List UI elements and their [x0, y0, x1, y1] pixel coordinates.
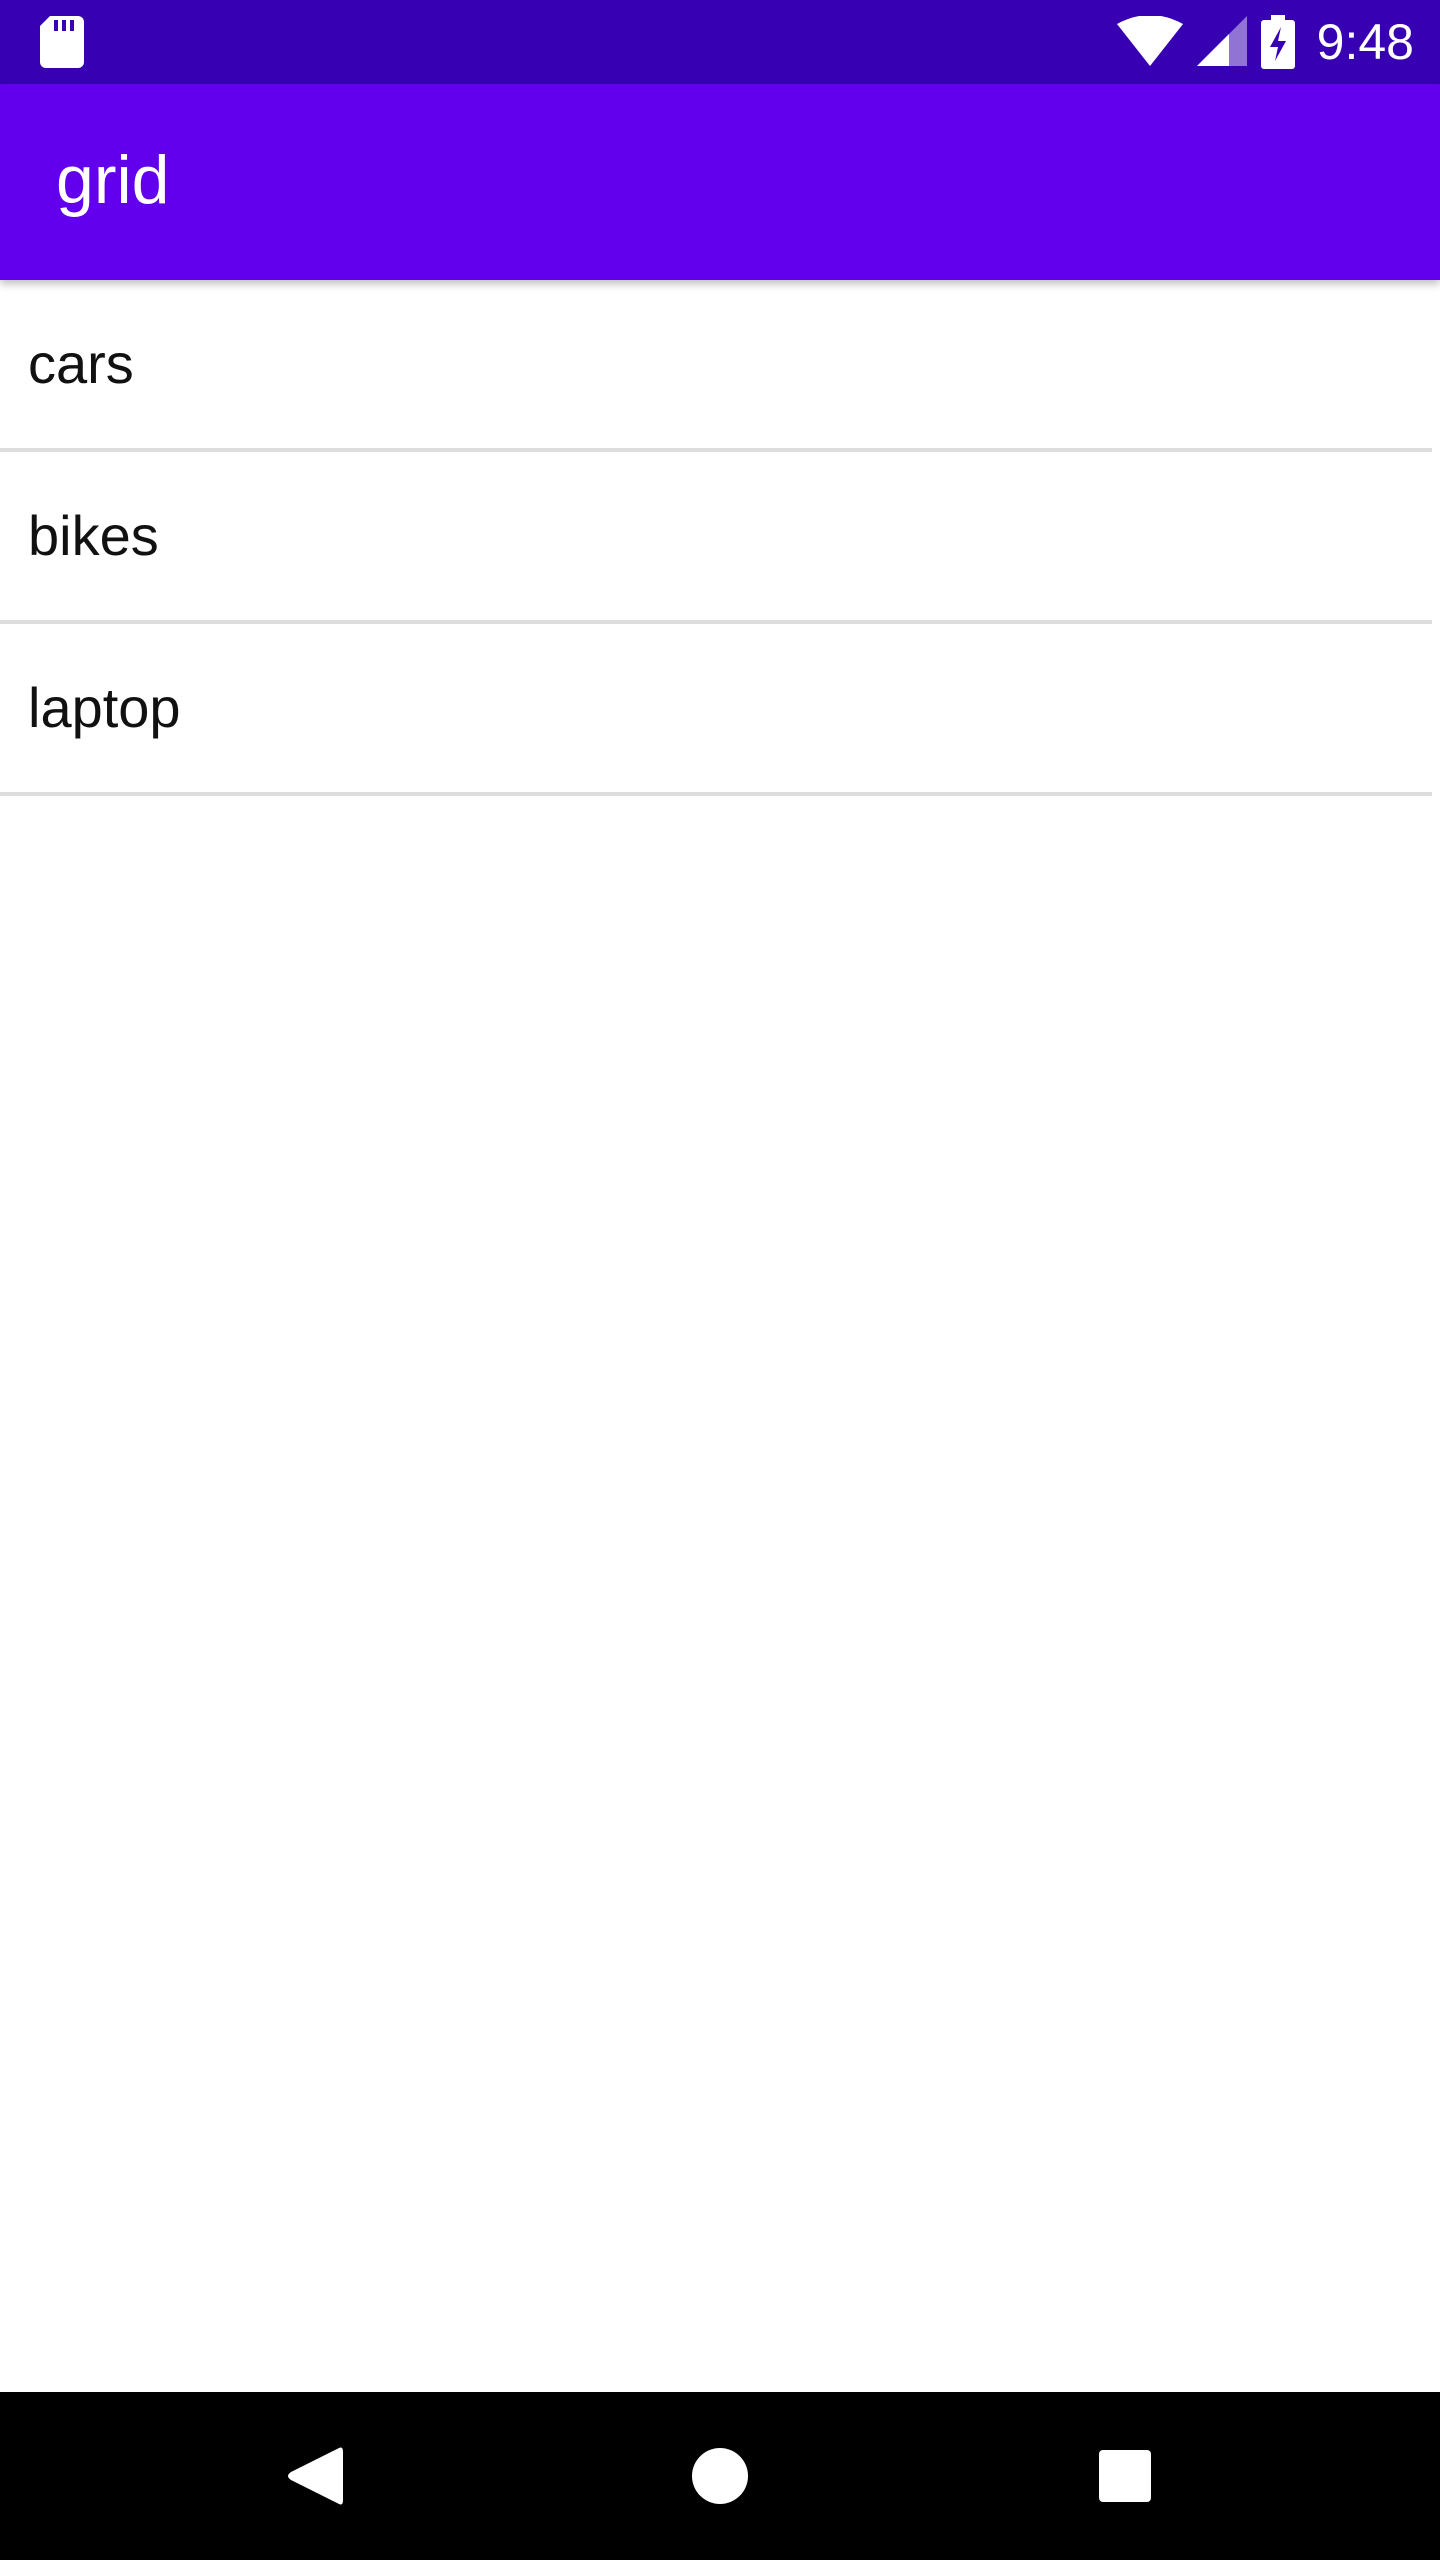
back-icon — [288, 2447, 343, 2505]
wifi-icon — [1116, 16, 1183, 68]
list-item-label: cars — [28, 332, 134, 395]
home-icon — [692, 2448, 748, 2504]
sd-card-icon — [40, 16, 84, 68]
item-list: cars bikes laptop — [0, 280, 1432, 796]
list-item[interactable]: bikes — [0, 452, 1432, 624]
status-time: 9:48 — [1316, 14, 1414, 70]
battery-charging-icon — [1260, 15, 1295, 69]
status-bar: 9:48 — [0, 0, 1440, 84]
app-bar: grid — [0, 84, 1440, 280]
recents-icon — [1099, 2450, 1151, 2502]
list-item-label: bikes — [28, 504, 159, 567]
list-item[interactable]: laptop — [0, 624, 1432, 796]
back-button[interactable] — [255, 2416, 375, 2536]
list-item-label: laptop — [28, 676, 181, 739]
recents-button[interactable] — [1065, 2416, 1185, 2536]
screen: 9:48 grid cars bikes laptop — [0, 0, 1440, 2560]
home-button[interactable] — [660, 2416, 780, 2536]
list-item[interactable]: cars — [0, 280, 1432, 452]
status-icons: 9:48 — [1103, 10, 1414, 74]
navigation-bar — [0, 2392, 1440, 2560]
app-title: grid — [56, 142, 170, 218]
cell-signal-icon — [1196, 16, 1247, 68]
